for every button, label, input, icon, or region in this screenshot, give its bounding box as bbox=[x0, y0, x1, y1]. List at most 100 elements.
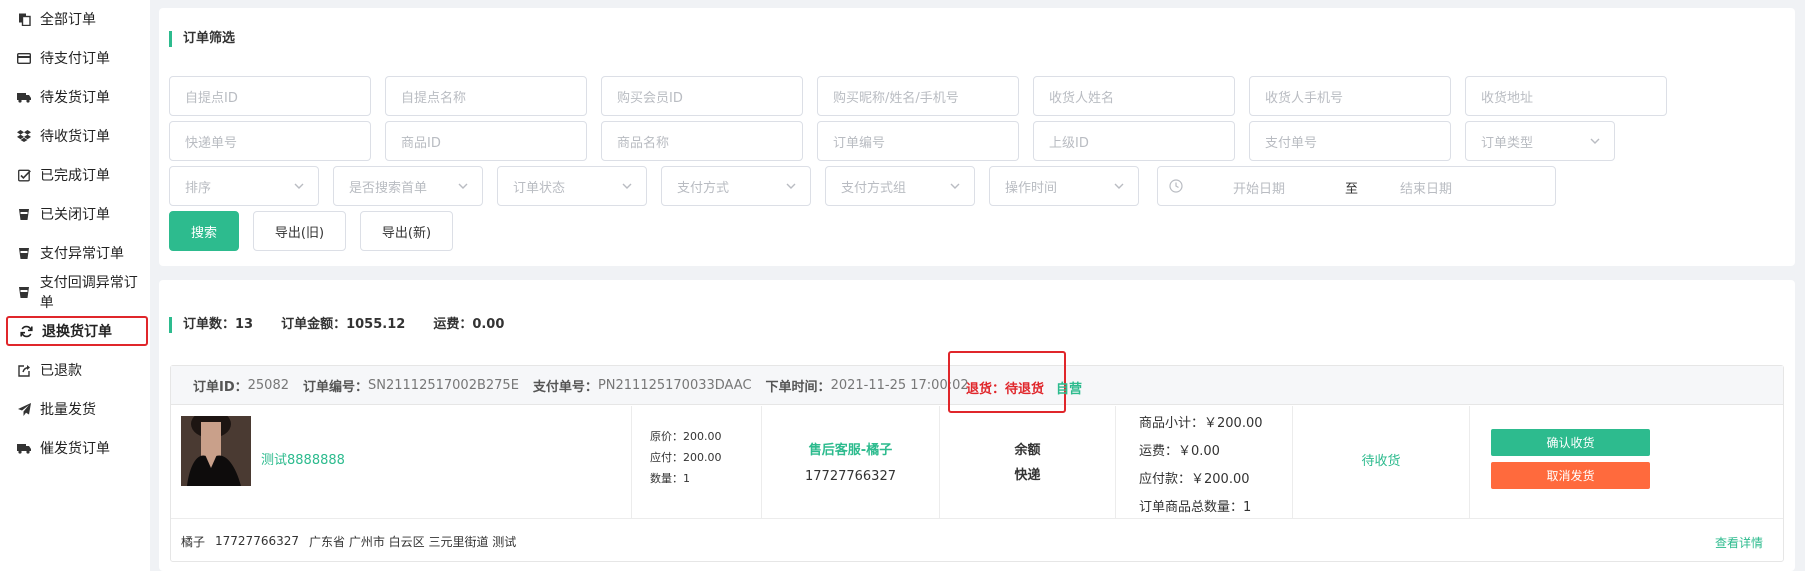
receiver-phone: 17727766327 bbox=[215, 534, 299, 548]
truck-icon bbox=[17, 441, 31, 455]
return-status: 退货：待退货 bbox=[966, 382, 1045, 397]
sidebar-item-label: 待支付订单 bbox=[40, 51, 110, 67]
sidebar-item-refunded[interactable]: 已退款 bbox=[0, 352, 150, 388]
order-state: 待收货 bbox=[1361, 454, 1401, 469]
order-no: SN21112517002B275E bbox=[368, 377, 519, 393]
copy-icon bbox=[17, 12, 31, 26]
pay-method-group-placeholder: 支付方式组 bbox=[841, 180, 907, 196]
order-card: 订单ID： 25082 订单编号： SN21112517002B275E 支付单号：… bbox=[170, 351, 1784, 563]
freight-total: 运费：0.00 bbox=[433, 317, 505, 332]
filter-panel: 订单筛选 自提点ID 自提点名称 购买会员ID 购买昵称/姓名/手机号 收货人姓… bbox=[159, 8, 1795, 266]
order-footer: 橘子 17727766327 广东省 广州市 白云区 三元里街道 测试 查看详情 bbox=[171, 518, 1783, 563]
payment-cell: 余额 快递 bbox=[940, 406, 1116, 518]
pay-no-input[interactable]: 支付单号 bbox=[1249, 121, 1451, 161]
send-icon bbox=[17, 402, 31, 416]
price-cell: 原价：200.00 应付：200.00 数量：1 bbox=[632, 406, 762, 518]
express-no-input[interactable]: 快递单号 bbox=[169, 121, 371, 161]
sidebar-item-pending-receipt[interactable]: 待收货订单 bbox=[0, 118, 150, 154]
order-count: 订单数：13 bbox=[183, 317, 254, 332]
chevron-down-icon bbox=[458, 183, 468, 189]
sidebar-item-payment-exception[interactable]: 支付异常订单 bbox=[0, 235, 150, 271]
product-image[interactable] bbox=[181, 416, 251, 486]
sidebar-item-pending-shipment[interactable]: 待发货订单 bbox=[0, 79, 150, 115]
refresh-icon bbox=[19, 324, 33, 338]
order-id: 25082 bbox=[247, 377, 289, 393]
date-range-picker[interactable]: 开始日期 至 结束日期 bbox=[1157, 166, 1556, 206]
first-order-placeholder: 是否搜索首单 bbox=[349, 180, 428, 196]
order-amount: 订单金额：1055.12 bbox=[281, 317, 406, 332]
sidebar-item-label: 支付回调异常订单 bbox=[39, 275, 138, 311]
end-date-input[interactable]: 结束日期 bbox=[1400, 178, 1452, 197]
receiver-address-input[interactable]: 收货地址 bbox=[1465, 76, 1667, 116]
order-body: 测试8888888 原价：200.00 应付：200.00 数量：1 售后客服-… bbox=[171, 406, 1783, 518]
order-list-panel: 订单数：13 订单金额：1055.12 运费：0.00 订单ID： 25082 订… bbox=[159, 280, 1795, 571]
goods-subtotal: 商品小计：￥200.00 bbox=[1139, 416, 1263, 431]
clock-icon bbox=[1169, 179, 1183, 193]
sort-placeholder: 排序 bbox=[185, 180, 212, 196]
cup-icon bbox=[17, 285, 31, 299]
credit-card-icon bbox=[17, 51, 31, 65]
confirm-receipt-button[interactable]: 确认收货 bbox=[1491, 429, 1650, 456]
dropbox-icon bbox=[17, 129, 31, 143]
receiver-address: 广东省 广州市 白云区 三元里街道 测试 bbox=[309, 534, 517, 549]
chevron-down-icon bbox=[1590, 138, 1600, 144]
sort-select[interactable]: 排序 bbox=[169, 166, 319, 206]
cup-icon bbox=[17, 246, 31, 260]
op-time-select[interactable]: 操作时间 bbox=[989, 166, 1139, 206]
order-status-select[interactable]: 订单状态 bbox=[497, 166, 647, 206]
sidebar-item-label: 已退款 bbox=[40, 363, 82, 379]
cancel-shipment-button[interactable]: 取消发货 bbox=[1491, 462, 1650, 489]
sidebar-item-completed[interactable]: 已完成订单 bbox=[0, 157, 150, 193]
buyer-info-input[interactable]: 购买昵称/姓名/手机号 bbox=[817, 76, 1019, 116]
first-order-select[interactable]: 是否搜索首单 bbox=[333, 166, 483, 206]
receiver-phone-input[interactable]: 收货人手机号 bbox=[1249, 76, 1451, 116]
chevron-down-icon bbox=[294, 183, 304, 189]
sidebar-item-label: 支付异常订单 bbox=[40, 246, 124, 262]
chevron-down-icon bbox=[1114, 183, 1124, 189]
pay-method-group-select[interactable]: 支付方式组 bbox=[825, 166, 975, 206]
chevron-down-icon bbox=[622, 183, 632, 189]
sidebar-item-batch-ship[interactable]: 批量发货 bbox=[0, 391, 150, 427]
chevron-down-icon bbox=[950, 183, 960, 189]
goods-id-input[interactable]: 商品ID bbox=[385, 121, 587, 161]
member-id-input[interactable]: 购买会员ID bbox=[601, 76, 803, 116]
actions-cell: 确认收货 取消发货 bbox=[1470, 406, 1785, 518]
service-cell: 售后客服-橘子 17727766327 bbox=[762, 406, 940, 518]
op-time-placeholder: 操作时间 bbox=[1005, 180, 1058, 196]
sidebar-item-all-orders[interactable]: 全部订单 bbox=[0, 1, 150, 37]
goods-name-input[interactable]: 商品名称 bbox=[601, 121, 803, 161]
pay-method: 余额 bbox=[1014, 443, 1041, 458]
sidebar-item-label: 已完成订单 bbox=[40, 168, 110, 184]
pay-method-placeholder: 支付方式 bbox=[677, 180, 730, 196]
order-time-label: 下单时间： bbox=[765, 379, 831, 395]
product-name-link[interactable]: 测试8888888 bbox=[261, 449, 345, 468]
search-button[interactable]: 搜索 bbox=[169, 211, 239, 251]
export-old-button[interactable]: 导出(旧) bbox=[253, 211, 346, 251]
pickup-point-name-input[interactable]: 自提点名称 bbox=[385, 76, 587, 116]
sidebar-item-returns[interactable]: 退换货订单 bbox=[6, 316, 148, 346]
sidebar-item-closed[interactable]: 已关闭订单 bbox=[0, 196, 150, 232]
receiver-name: 橘子 bbox=[181, 534, 206, 549]
order-id-label: 订单ID： bbox=[193, 379, 248, 395]
view-detail-link[interactable]: 查看详情 bbox=[1715, 534, 1763, 551]
cup-icon bbox=[17, 207, 31, 221]
service-phone: 17727766327 bbox=[805, 469, 896, 484]
sidebar-item-label: 已关闭订单 bbox=[40, 207, 110, 223]
receiver-name-input[interactable]: 收货人姓名 bbox=[1033, 76, 1235, 116]
sidebar-item-label: 待收货订单 bbox=[40, 129, 110, 145]
pay-method-select[interactable]: 支付方式 bbox=[661, 166, 811, 206]
start-date-input[interactable]: 开始日期 bbox=[1233, 178, 1285, 197]
payable-total: 应付款：￥200.00 bbox=[1139, 472, 1250, 487]
pickup-point-id-input[interactable]: 自提点ID bbox=[169, 76, 371, 116]
sidebar-item-urge-ship[interactable]: 催发货订单 bbox=[0, 430, 150, 466]
parent-id-input[interactable]: 上级ID bbox=[1033, 121, 1235, 161]
order-type-select[interactable]: 订单类型 bbox=[1465, 121, 1615, 161]
sidebar-item-callback-exception[interactable]: 支付回调异常订单 bbox=[0, 274, 150, 311]
pay-no-label: 支付单号： bbox=[532, 379, 598, 395]
quantity: 数量：1 bbox=[650, 472, 690, 485]
export-new-button[interactable]: 导出(新) bbox=[360, 211, 453, 251]
order-no-input[interactable]: 订单编号 bbox=[817, 121, 1019, 161]
delivery-method: 快递 bbox=[1014, 468, 1041, 483]
order-no-label: 订单编号： bbox=[303, 379, 369, 395]
sidebar-item-pending-payment[interactable]: 待支付订单 bbox=[0, 40, 150, 76]
